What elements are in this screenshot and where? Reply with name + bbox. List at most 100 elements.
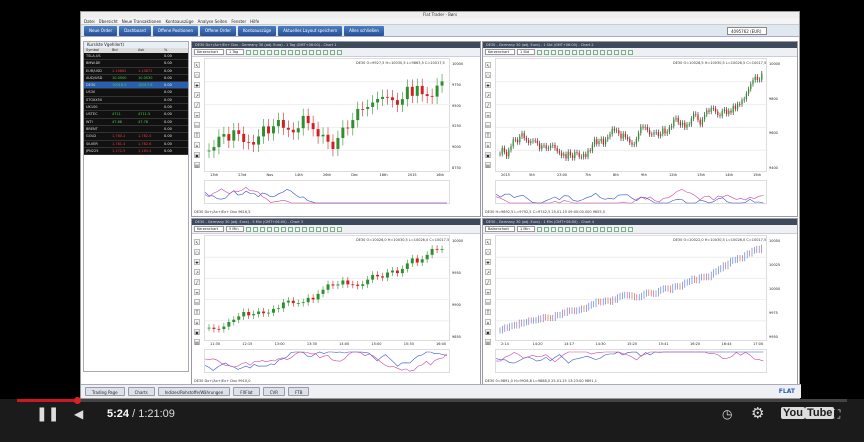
drawing-tool-icon[interactable]: ○: [194, 72, 200, 78]
chart-tool-icon[interactable]: [551, 49, 556, 55]
list-item[interactable]: JPN225 1,172.5 1,163.4 0.00: [84, 147, 188, 156]
account-select[interactable]: 4095762 (EUR): [727, 26, 767, 35]
chart-tool-icon[interactable]: [579, 49, 584, 55]
chart-tool-icon[interactable]: [537, 226, 542, 232]
list-item[interactable]: UK100 0.00: [84, 104, 188, 112]
period-select[interactable]: 1 Tag: [226, 49, 244, 55]
drawing-tool-icon[interactable]: ↖: [485, 62, 491, 68]
drawing-tool-icon[interactable]: ╱: [194, 279, 200, 285]
list-item[interactable]: STOXX50 0.00: [84, 96, 188, 105]
chart-tool-icon[interactable]: [607, 49, 612, 55]
chart-tool-icon[interactable]: [302, 226, 307, 232]
drawing-tool-icon[interactable]: ▭: [485, 122, 491, 128]
settings-gear-icon[interactable]: ⚙: [751, 406, 764, 421]
drawing-tool-icon[interactable]: ⌂: [194, 142, 200, 148]
progress-knob[interactable]: [74, 397, 81, 404]
drawing-tool-icon[interactable]: ⌂: [485, 319, 491, 325]
period-select[interactable]: 5 Min: [226, 226, 244, 232]
drawing-tool-icon[interactable]: ↗: [194, 269, 200, 275]
chart-tool-icon[interactable]: [551, 226, 556, 232]
chart-tool-icon[interactable]: [246, 226, 251, 232]
chart-tool-icon[interactable]: [316, 226, 321, 232]
drawing-tool-icon[interactable]: ≡: [194, 289, 200, 295]
chart-tool-icon[interactable]: [288, 49, 293, 55]
chart-tool-icon[interactable]: [316, 49, 321, 55]
progress-bar[interactable]: [17, 397, 847, 404]
list-item[interactable]: BRENT 0.00: [84, 125, 188, 134]
toolbar-button[interactable]: Offene Order: [200, 25, 236, 36]
chart-tool-icon[interactable]: [295, 226, 300, 232]
list-item[interactable]: GOLD 1,780.2 1,782.0 0.00: [84, 133, 188, 141]
chart-tool-icon[interactable]: [253, 49, 258, 55]
drawing-tool-icon[interactable]: ✚: [194, 259, 200, 265]
toolbar-button[interactable]: Offene Positionen: [152, 25, 198, 36]
list-item[interactable]: WTI 47.68 47.78 0.00: [84, 118, 188, 126]
chart-tool-icon[interactable]: [267, 226, 272, 232]
chart-tool-icon[interactable]: [586, 49, 591, 55]
drawing-tool-icon[interactable]: ↗: [485, 92, 491, 98]
chart-window[interactable]: DE30 - Germany 30 (adj. Euro) - 1 Min (G…: [482, 218, 798, 386]
toolbar-button[interactable]: Kontoauszüge: [238, 25, 277, 36]
chart-window[interactable]: DE30 - Germany 30 (adj. Euro) - 1 Std (G…: [482, 41, 798, 217]
toolbar-button[interactable]: Dashboard: [119, 25, 151, 36]
drawing-tool-icon[interactable]: T: [194, 132, 200, 138]
chart-tool-icon[interactable]: [558, 49, 563, 55]
drawing-tool-icon[interactable]: ╱: [194, 102, 200, 108]
chart-tool-icon[interactable]: [309, 49, 314, 55]
list-item[interactable]: AUD/USD 10.0500 10.0530 0.00: [84, 74, 188, 83]
drawing-tool-icon[interactable]: ▤: [485, 162, 491, 168]
menu-item[interactable]: Neue Transaktionen: [122, 18, 162, 24]
toolbar-button[interactable]: Alles schließen: [344, 25, 384, 36]
drawing-tool-icon[interactable]: ▤: [485, 339, 491, 345]
chart-type-select[interactable]: Kerzenchart: [485, 49, 515, 55]
chart-tool-icon[interactable]: [614, 49, 619, 55]
fullscreen-icon[interactable]: ⛶: [832, 407, 840, 421]
menu-item[interactable]: Übersicht: [99, 18, 118, 24]
drawing-tool-icon[interactable]: ▭: [194, 122, 200, 128]
chart-type-select[interactable]: Kerzenchart: [194, 49, 224, 55]
chart-tool-icon[interactable]: [614, 226, 619, 232]
drawing-tool-icon[interactable]: ✚: [485, 259, 491, 265]
drawing-tool-icon[interactable]: ↖: [485, 239, 491, 245]
menu-item[interactable]: Fenster: [231, 18, 246, 24]
drawing-tool-icon[interactable]: ▤: [194, 339, 200, 345]
chart-tool-icon[interactable]: [281, 226, 286, 232]
chart-tool-icon[interactable]: [600, 226, 605, 232]
drawing-tool-icon[interactable]: ○: [485, 249, 491, 255]
taskbar-tab[interactable]: CVR: [262, 387, 286, 396]
chart-tool-icon[interactable]: [330, 49, 335, 55]
period-select[interactable]: 1 Std: [517, 49, 535, 55]
chart-tool-icon[interactable]: [565, 49, 570, 55]
chart-tool-icon[interactable]: [544, 226, 549, 232]
taskbar-tab[interactable]: Indizes/Rohstoffe/Währungen: [157, 387, 231, 396]
chart-tool-icon[interactable]: [544, 49, 549, 55]
menu-item[interactable]: Datei: [84, 18, 95, 24]
chart-tool-icon[interactable]: [281, 49, 286, 55]
toolbar-button[interactable]: Aktuelles Layout speichern: [278, 25, 343, 36]
taskbar-tab[interactable]: FXFlat: [233, 387, 260, 396]
drawing-tool-icon[interactable]: ▭: [194, 299, 200, 305]
drawing-tool-icon[interactable]: ▣: [194, 152, 200, 158]
chart-window[interactable]: DE30 - Germany 30 (adj. Euro) - 5 Min (G…: [191, 218, 481, 386]
chart-tool-icon[interactable]: [260, 49, 265, 55]
chart-tool-icon[interactable]: [558, 226, 563, 232]
watch-later-icon[interactable]: ◷: [722, 407, 732, 421]
taskbar-tab[interactable]: Trading Page: [85, 387, 125, 396]
drawing-tool-icon[interactable]: ≡: [485, 112, 491, 118]
toolbar-button[interactable]: Neue Order: [84, 25, 118, 36]
list-item[interactable]: EUR/USD 1.10862 1.10872 0.00: [84, 67, 188, 75]
chart-tool-icon[interactable]: [572, 49, 577, 55]
list-item[interactable]: USTEC 4711 4711.5 0.00: [84, 111, 188, 119]
chart-tool-icon[interactable]: [621, 226, 626, 232]
period-select[interactable]: 1 Min: [517, 226, 535, 232]
chart-tool-icon[interactable]: [628, 226, 633, 232]
drawing-tool-icon[interactable]: ▣: [485, 152, 491, 158]
drawing-tool-icon[interactable]: ✚: [194, 82, 200, 88]
drawing-tool-icon[interactable]: ○: [485, 72, 491, 78]
drawing-tool-icon[interactable]: T: [485, 309, 491, 315]
volume-icon[interactable]: ◀: [74, 407, 83, 421]
taskbar-tab[interactable]: Charts: [127, 387, 155, 396]
chart-tool-icon[interactable]: [323, 226, 328, 232]
chart-tool-icon[interactable]: [593, 226, 598, 232]
list-item[interactable]: DE30 10016.5 10017.8 0.00: [84, 82, 188, 90]
